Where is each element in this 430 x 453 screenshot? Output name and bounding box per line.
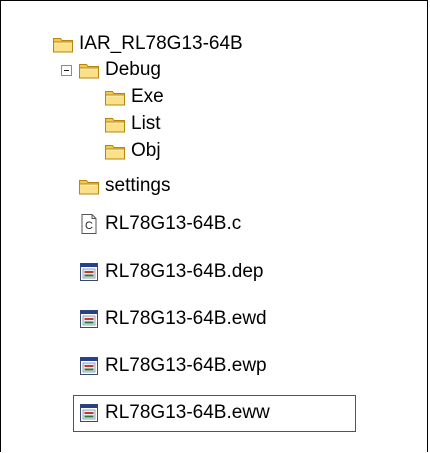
tree-item-label: Obj — [131, 140, 161, 161]
tree-item-label: RL78G13-64B.ewp — [105, 355, 267, 376]
tree-item-c-file[interactable]: RL78G13-64B.c — [78, 210, 241, 238]
tree-item-root-folder[interactable]: IAR_RL78G13-64B — [52, 30, 243, 58]
tree-item-label: Exe — [131, 86, 164, 107]
tree-item-list-folder[interactable]: List — [104, 110, 161, 138]
tree-item-ewd-file[interactable]: RL78G13-64B.ewd — [78, 305, 267, 333]
tree-item-ewp-file[interactable]: RL78G13-64B.ewp — [78, 352, 267, 380]
tree-item-label: RL78G13-64B.c — [105, 213, 242, 234]
folder-icon — [104, 140, 126, 162]
tree-item-label: RL78G13-64B.eww — [105, 402, 270, 423]
tree-item-exe-folder[interactable]: Exe — [104, 83, 164, 111]
tree-item-eww-file[interactable]: RL78G13-64B.eww — [78, 399, 270, 427]
folder-icon — [104, 113, 126, 135]
folder-icon — [104, 86, 126, 108]
c-source-file-icon — [78, 213, 100, 235]
tree-item-debug-folder[interactable]: Debug — [78, 56, 161, 84]
collapse-toggle-debug[interactable] — [61, 65, 72, 76]
tree-item-label: List — [131, 113, 161, 134]
tree-item-label: RL78G13-64B.dep — [105, 261, 264, 282]
file-tree: IAR_RL78G13-64B Debug Exe List Obj setti… — [0, 0, 430, 453]
iar-project-file-icon — [78, 402, 100, 424]
folder-icon — [52, 33, 74, 55]
tree-item-settings-folder[interactable]: settings — [78, 172, 170, 200]
tree-item-dep-file[interactable]: RL78G13-64B.dep — [78, 258, 263, 286]
tree-item-obj-folder[interactable]: Obj — [104, 137, 161, 165]
folder-icon — [78, 59, 100, 81]
iar-project-file-icon — [78, 308, 100, 330]
iar-project-file-icon — [78, 261, 100, 283]
folder-icon — [78, 175, 100, 197]
tree-item-label: settings — [105, 175, 171, 196]
tree-item-label: IAR_RL78G13-64B — [79, 33, 243, 54]
tree-item-label: Debug — [105, 59, 161, 80]
iar-project-file-icon — [78, 355, 100, 377]
tree-item-label: RL78G13-64B.ewd — [105, 308, 267, 329]
